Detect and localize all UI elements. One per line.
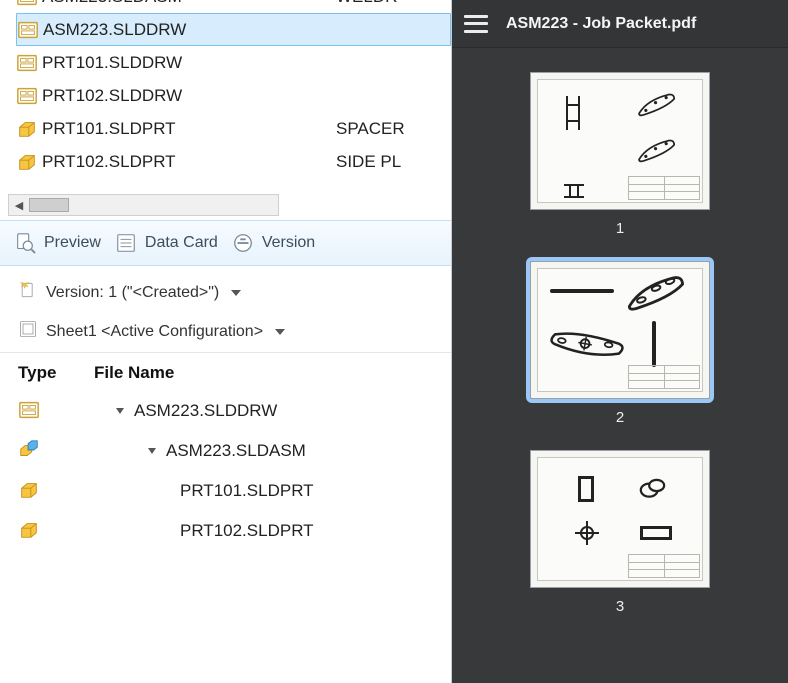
page-magnifier-icon (14, 232, 36, 254)
file-name: PRT102.SLDPRT (42, 152, 332, 172)
tab-version[interactable]: Version (232, 232, 315, 254)
chevron-down-icon (231, 290, 241, 296)
reference-row[interactable]: PRT102.SLDPRT (18, 511, 433, 551)
shape-icon (564, 184, 584, 198)
reference-name: PRT101.SLDPRT (180, 481, 314, 501)
expand-caret-icon[interactable] (148, 448, 156, 454)
header-filename[interactable]: File Name (94, 363, 433, 383)
reference-headers: Type File Name (0, 352, 451, 391)
file-row[interactable]: PRT101.SLDDRW (16, 46, 451, 79)
pdm-vault-pane: ASM223.SLDASM WELDR ASM223.SLDDRW PRT101… (0, 0, 452, 683)
hamburger-icon[interactable] (464, 15, 488, 33)
pdf-thumbnail[interactable]: 1 (530, 72, 710, 237)
titleblock-icon (628, 176, 700, 200)
shape-icon (652, 321, 656, 367)
file-desc: SIDE PL (336, 152, 401, 172)
file-list: ASM223.SLDASM WELDR ASM223.SLDDRW PRT101… (0, 0, 451, 184)
shape-icon (566, 96, 580, 130)
shape-icon (546, 322, 628, 365)
reference-row[interactable]: ASM223.SLDASM (18, 431, 433, 471)
shape-icon (578, 524, 596, 542)
titleblock-icon (628, 554, 700, 578)
file-name: PRT101.SLDPRT (42, 119, 332, 139)
version-selector[interactable]: Version: 1 ("<Created>") (18, 280, 433, 305)
drawing-icon (16, 52, 38, 74)
data-card-icon (115, 232, 137, 254)
titleblock-icon (628, 365, 700, 389)
file-row[interactable]: PRT102.SLDDRW (16, 79, 451, 112)
part-icon (18, 479, 40, 504)
pdf-thumbnail[interactable]: 3 (530, 450, 710, 615)
pdf-thumbnail-strip[interactable]: 1 2 (452, 48, 788, 683)
shape-icon (633, 90, 680, 119)
version-icon (232, 232, 254, 254)
shape-icon (640, 526, 672, 540)
shape-icon (578, 476, 594, 502)
shape-icon (620, 269, 691, 314)
part-icon (18, 519, 40, 544)
expand-caret-icon[interactable] (116, 408, 124, 414)
reference-tree: ASM223.SLDDRW ASM223.SLDASM PRT101.SLDP (0, 391, 451, 551)
header-type[interactable]: Type (18, 363, 94, 383)
drawing-icon (17, 19, 39, 41)
pdf-page-number: 1 (616, 220, 624, 237)
reference-name: PRT102.SLDPRT (180, 521, 314, 541)
sheet-icon (18, 319, 38, 344)
drawing-icon (16, 0, 38, 8)
file-row[interactable]: PRT101.SLDPRT SPACER (16, 112, 451, 145)
scroll-left-icon[interactable]: ◀ (9, 195, 29, 215)
file-name: PRT101.SLDDRW (42, 53, 332, 73)
version-text: Version: 1 ("<Created>") (46, 284, 219, 302)
tab-label: Version (262, 234, 315, 252)
pdf-page-preview (530, 450, 710, 588)
shape-icon (638, 478, 666, 498)
part-icon (16, 118, 38, 140)
assembly-icon (18, 439, 40, 464)
tab-preview[interactable]: Preview (14, 232, 101, 254)
pdf-page-preview (530, 72, 710, 210)
pdf-page-number: 3 (616, 598, 624, 615)
details-tabs: Preview Data Card Version (0, 220, 451, 266)
scroll-thumb[interactable] (29, 198, 69, 212)
version-config-area: Version: 1 ("<Created>") Sheet1 <Active … (0, 266, 451, 352)
tab-datacard[interactable]: Data Card (115, 232, 218, 254)
file-row[interactable]: PRT102.SLDPRT SIDE PL (16, 145, 451, 178)
pdf-thumbnail[interactable]: 2 (530, 261, 710, 426)
file-desc: WELDR (336, 0, 397, 7)
config-selector[interactable]: Sheet1 <Active Configuration> (18, 319, 433, 344)
drawing-icon (16, 85, 38, 107)
tab-label: Preview (44, 234, 101, 252)
version-star-icon (18, 280, 38, 305)
file-row[interactable]: ASM223.SLDASM WELDR (16, 0, 451, 13)
tab-label: Data Card (145, 234, 218, 252)
pdf-page-preview (530, 261, 710, 399)
pdf-page-number: 2 (616, 409, 624, 426)
config-text: Sheet1 <Active Configuration> (46, 323, 263, 341)
pdf-header: ASM223 - Job Packet.pdf (452, 0, 788, 48)
file-row[interactable]: ASM223.SLDDRW (16, 13, 451, 46)
reference-name: ASM223.SLDASM (166, 441, 306, 461)
file-desc: SPACER (336, 119, 405, 139)
part-icon (16, 151, 38, 173)
pdf-viewer-pane: ASM223 - Job Packet.pdf 1 (452, 0, 788, 683)
pdf-title: ASM223 - Job Packet.pdf (506, 15, 696, 33)
reference-row[interactable]: PRT101.SLDPRT (18, 471, 433, 511)
shape-icon (633, 136, 680, 165)
reference-name: ASM223.SLDDRW (134, 401, 277, 421)
reference-row[interactable]: ASM223.SLDDRW (18, 391, 433, 431)
file-name: ASM223.SLDASM (42, 0, 332, 7)
file-name: ASM223.SLDDRW (43, 20, 333, 40)
file-name: PRT102.SLDDRW (42, 86, 332, 106)
chevron-down-icon (275, 329, 285, 335)
drawing-icon (18, 399, 40, 424)
horizontal-scrollbar[interactable]: ◀ (8, 194, 279, 216)
shape-icon (550, 289, 614, 293)
